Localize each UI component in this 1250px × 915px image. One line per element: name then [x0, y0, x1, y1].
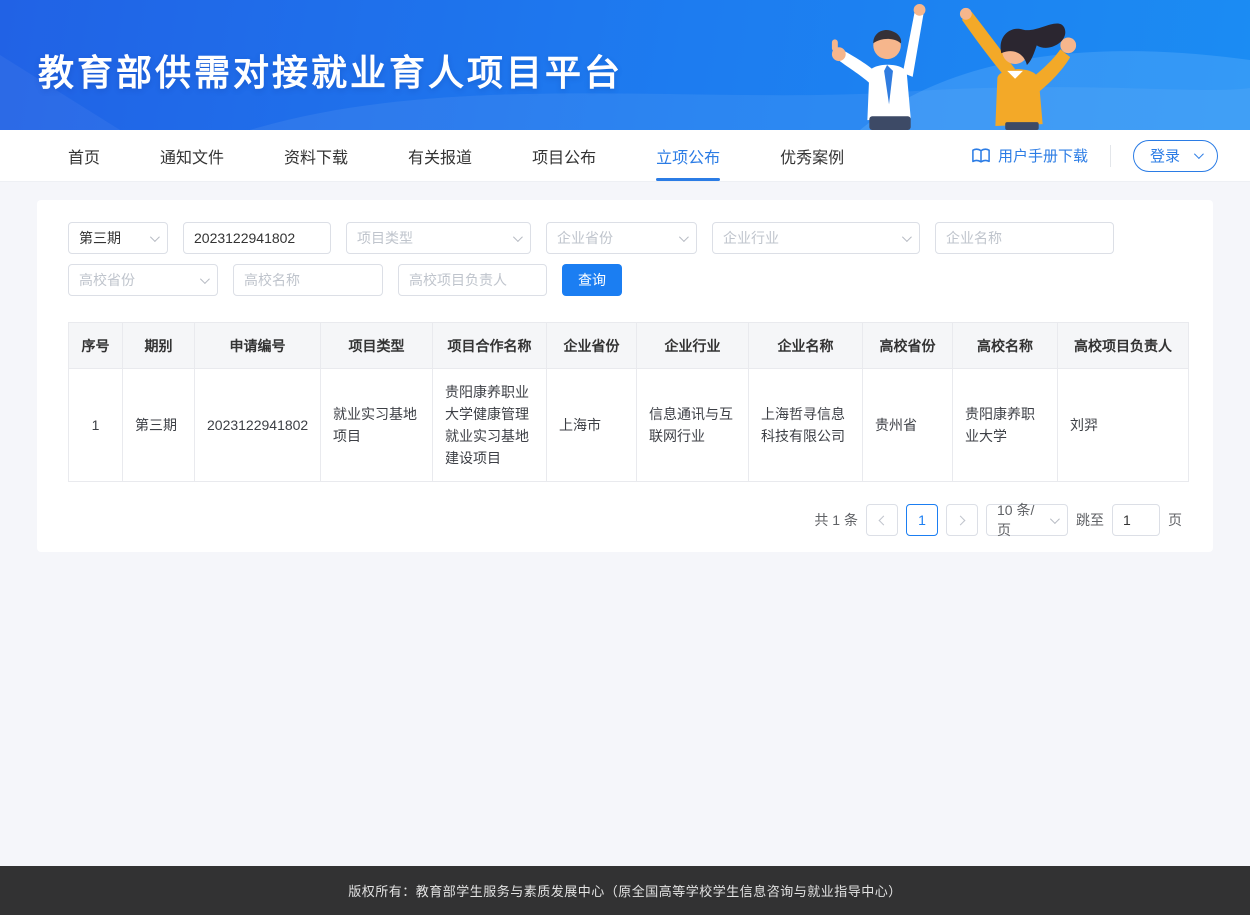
nav-items: 首页 通知文件 资料下载 有关报道 项目公布 立项公布 优秀案例 — [68, 130, 844, 181]
col-header-company-industry: 企业行业 — [637, 323, 749, 369]
cell-school-name: 贵阳康养职业大学 — [953, 369, 1058, 482]
nav-item-home[interactable]: 首页 — [68, 130, 100, 181]
nav-item-reports[interactable]: 有关报道 — [408, 130, 472, 181]
company-name-input[interactable] — [935, 222, 1114, 254]
cell-company-industry: 信息通讯与互联网行业 — [637, 369, 749, 482]
chevron-down-icon — [513, 232, 523, 242]
company-province-select[interactable]: 企业省份 — [546, 222, 697, 254]
col-header-app-number: 申请编号 — [195, 323, 321, 369]
login-label: 登录 — [1150, 145, 1180, 166]
site-title: 教育部供需对接就业育人项目平台 — [38, 44, 623, 96]
school-province-select[interactable]: 高校省份 — [68, 264, 218, 296]
col-header-company-province: 企业省份 — [547, 323, 637, 369]
period-select-value: 第三期 — [79, 228, 121, 248]
cell-index: 1 — [69, 369, 123, 482]
col-header-period: 期别 — [123, 323, 195, 369]
main-navbar: 首页 通知文件 资料下载 有关报道 项目公布 立项公布 优秀案例 用户手册下载 … — [0, 130, 1250, 182]
table-row: 1 第三期 2023122941802 就业实习基地项目 贵阳康养职业大学健康管… — [69, 369, 1189, 482]
page-number-button[interactable]: 1 — [906, 504, 938, 536]
col-header-school-province: 高校省份 — [863, 323, 953, 369]
chevron-down-icon — [1194, 149, 1204, 159]
copyright-text: 版权所有：教育部学生服务与素质发展中心（原全国高等学校学生信息咨询与就业指导中心… — [348, 881, 902, 900]
cell-period: 第三期 — [123, 369, 195, 482]
col-header-company-name: 企业名称 — [749, 323, 863, 369]
book-icon — [972, 148, 990, 164]
nav-divider — [1110, 145, 1111, 167]
woman-figure — [960, 8, 1076, 130]
chevron-left-icon — [879, 515, 889, 525]
user-manual-label: 用户手册下载 — [998, 145, 1088, 166]
chevron-down-icon — [902, 232, 912, 242]
nav-item-downloads[interactable]: 资料下载 — [284, 130, 348, 181]
next-page-button[interactable] — [946, 504, 978, 536]
school-province-placeholder: 高校省份 — [79, 270, 135, 290]
nav-item-approval-announcement[interactable]: 立项公布 — [656, 130, 720, 181]
cell-project-type: 就业实习基地项目 — [321, 369, 433, 482]
cell-project-name: 贵阳康养职业大学健康管理就业实习基地建设项目 — [433, 369, 547, 482]
col-header-project-type: 项目类型 — [321, 323, 433, 369]
page-body: 第三期 项目类型 企业省份 企业行业 高校省份 — [0, 182, 1250, 866]
company-industry-select[interactable]: 企业行业 — [712, 222, 920, 254]
nav-right-area: 用户手册下载 登录 — [972, 130, 1218, 181]
cell-app-number: 2023122941802 — [195, 369, 321, 482]
chevron-down-icon — [150, 232, 160, 242]
nav-item-project-announcement[interactable]: 项目公布 — [532, 130, 596, 181]
jump-to-page-input[interactable] — [1112, 504, 1160, 536]
user-manual-download-link[interactable]: 用户手册下载 — [972, 145, 1088, 166]
company-province-placeholder: 企业省份 — [557, 228, 613, 248]
table-header: 序号 期别 申请编号 项目类型 项目合作名称 企业省份 企业行业 企业名称 高校… — [69, 323, 1189, 369]
highfive-people-illustration — [810, 2, 1100, 130]
col-header-project-name: 项目合作名称 — [433, 323, 547, 369]
cell-company-province: 上海市 — [547, 369, 637, 482]
project-type-select[interactable]: 项目类型 — [346, 222, 531, 254]
total-count-label: 共 1 条 — [814, 510, 858, 530]
nav-item-notices[interactable]: 通知文件 — [160, 130, 224, 181]
man-figure — [832, 4, 926, 130]
col-header-index: 序号 — [69, 323, 123, 369]
cell-school-leader: 刘羿 — [1058, 369, 1189, 482]
filter-row-2: 高校省份 查询 — [68, 264, 1182, 296]
page-size-select[interactable]: 10 条/页 — [986, 504, 1068, 536]
page-size-value: 10 条/页 — [997, 500, 1042, 540]
col-header-school-name: 高校名称 — [953, 323, 1058, 369]
chevron-right-icon — [956, 515, 966, 525]
chevron-down-icon — [679, 232, 689, 242]
col-header-school-leader: 高校项目负责人 — [1058, 323, 1189, 369]
project-type-placeholder: 项目类型 — [357, 228, 413, 248]
school-leader-input[interactable] — [398, 264, 547, 296]
jump-to-label: 跳至 — [1076, 510, 1104, 530]
page-unit-label: 页 — [1168, 510, 1182, 530]
login-button[interactable]: 登录 — [1133, 140, 1218, 172]
company-industry-placeholder: 企业行业 — [723, 228, 779, 248]
cell-company-name: 上海哲寻信息科技有限公司 — [749, 369, 863, 482]
cell-school-province: 贵州省 — [863, 369, 953, 482]
search-button[interactable]: 查询 — [562, 264, 622, 296]
page-footer: 版权所有：教育部学生服务与素质发展中心（原全国高等学校学生信息咨询与就业指导中心… — [0, 866, 1250, 915]
prev-page-button[interactable] — [866, 504, 898, 536]
header-banner: 教育部供需对接就业育人项目平台 — [0, 0, 1250, 130]
chevron-down-icon — [1050, 514, 1060, 524]
period-select[interactable]: 第三期 — [68, 222, 168, 254]
content-card: 第三期 项目类型 企业省份 企业行业 高校省份 — [37, 200, 1213, 552]
filter-row-1: 第三期 项目类型 企业省份 企业行业 — [68, 222, 1182, 254]
nav-item-excellent-cases[interactable]: 优秀案例 — [780, 130, 844, 181]
pagination: 共 1 条 1 10 条/页 跳至 页 — [68, 504, 1182, 536]
results-table: 序号 期别 申请编号 项目类型 项目合作名称 企业省份 企业行业 企业名称 高校… — [68, 322, 1189, 482]
chevron-down-icon — [200, 274, 210, 284]
application-number-input[interactable] — [183, 222, 331, 254]
school-name-input[interactable] — [233, 264, 383, 296]
